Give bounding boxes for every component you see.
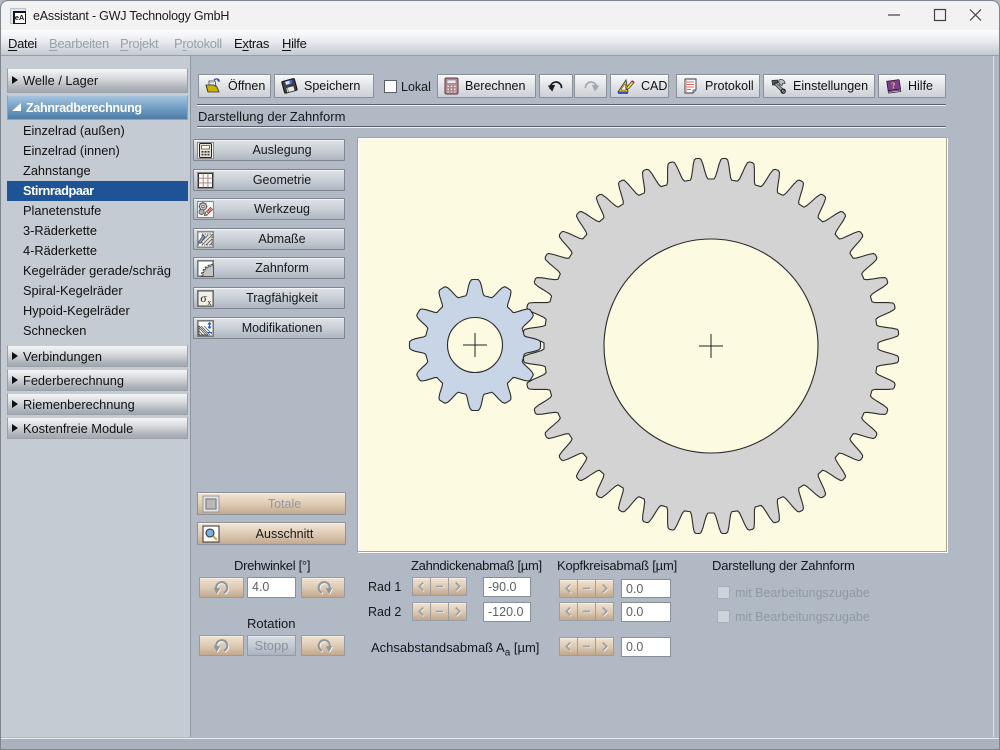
svg-text:x: x — [207, 298, 211, 307]
svg-text:σ: σ — [200, 291, 207, 305]
